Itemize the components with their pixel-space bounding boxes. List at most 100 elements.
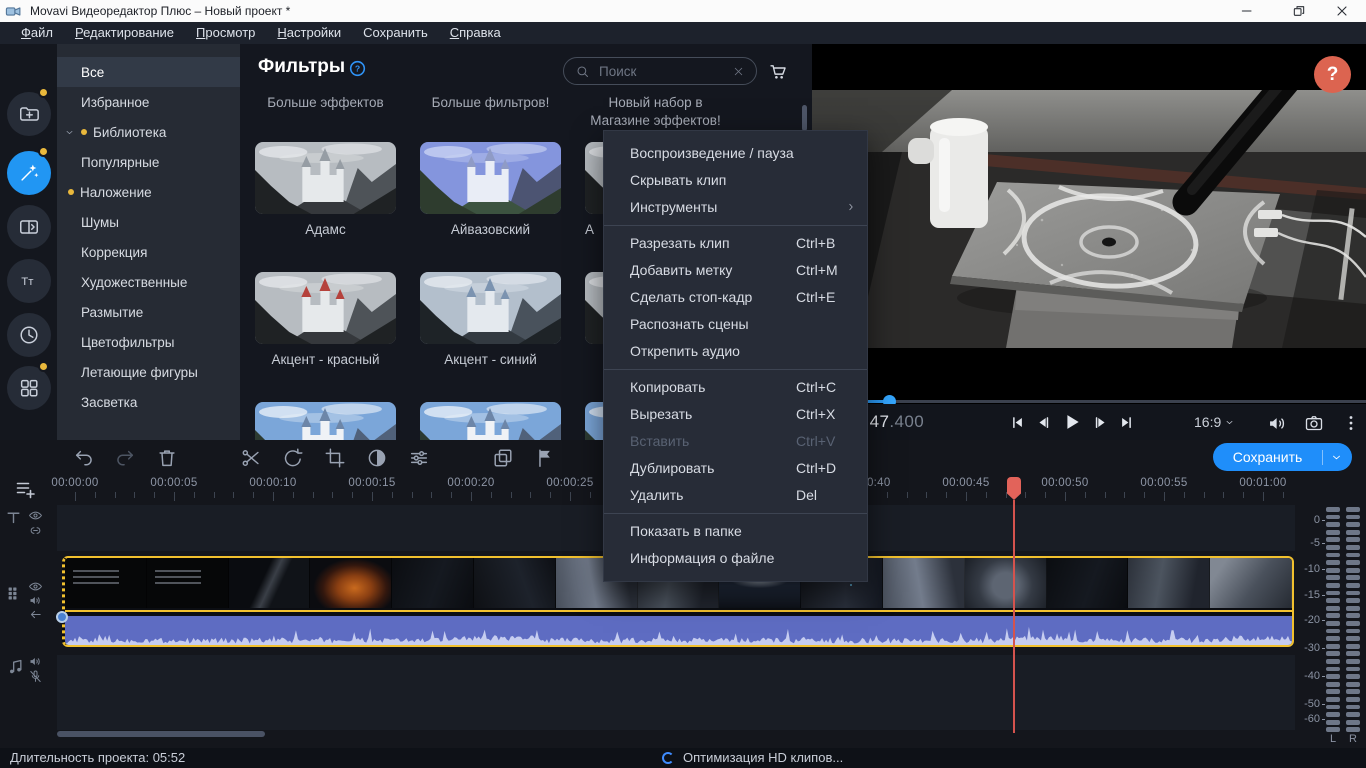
context-menu-item-Удалить[interactable]: УдалитьDel (604, 482, 867, 509)
context-menu-item-Скрывать клип[interactable]: Скрывать клип (604, 167, 867, 194)
undo-button[interactable] (73, 447, 95, 469)
transport-play-button[interactable] (1062, 412, 1082, 432)
restore-button[interactable] (1291, 3, 1307, 19)
category-Шумы[interactable]: Шумы (57, 207, 240, 237)
rail-import-button[interactable] (7, 92, 51, 136)
menu-item-Просмотр[interactable]: Просмотр (185, 22, 266, 44)
cart-icon[interactable] (768, 61, 789, 82)
sound-icon[interactable] (28, 654, 43, 669)
context-menu-item-Распознать сцены[interactable]: Распознать сцены (604, 311, 867, 338)
timeline-horizontal-scrollbar[interactable] (57, 731, 265, 737)
new-badge-dot (68, 189, 74, 195)
redo-button[interactable] (114, 447, 136, 469)
category-Засветка[interactable]: Засветка (57, 387, 240, 417)
overlay-button[interactable] (492, 447, 514, 469)
rail-transitions-button[interactable] (7, 205, 51, 249)
menu-item-Справка[interactable]: Справка (439, 22, 512, 44)
audio-track-lane[interactable] (57, 655, 1295, 730)
menu-item-Редактирование[interactable]: Редактирование (64, 22, 185, 44)
minimize-button[interactable] (1239, 3, 1255, 19)
ruler-tick (253, 492, 254, 498)
aspect-ratio-select[interactable]: 16:9 (1194, 414, 1235, 430)
transport-frame-back-button[interactable] (1036, 415, 1051, 430)
context-menu-item-Открепить аудио[interactable]: Открепить аудио (604, 338, 867, 365)
category-Коррекция[interactable]: Коррекция (57, 237, 240, 267)
rail-titles-button[interactable]: Tт (7, 259, 51, 303)
crop-button[interactable] (324, 447, 346, 469)
filter-thumbnail[interactable] (420, 142, 561, 214)
menu-item-Файл[interactable]: Файл (10, 22, 64, 44)
adjust-button[interactable] (408, 447, 430, 469)
category-Популярные[interactable]: Популярные (57, 147, 240, 177)
category-Библиотека[interactable]: Библиотека (57, 117, 240, 147)
category-Размытие[interactable]: Размытие (57, 297, 240, 327)
save-button[interactable]: Сохранить (1213, 443, 1352, 471)
filter-thumbnail[interactable] (255, 402, 396, 440)
context-menu-item-Сделать стоп-кадр[interactable]: Сделать стоп-кадрCtrl+E (604, 284, 867, 311)
clip-audio-waveform[interactable] (65, 616, 1292, 645)
rotate-button[interactable] (282, 447, 304, 469)
arrow-left-icon[interactable] (28, 607, 43, 622)
chevron-down-icon[interactable] (64, 127, 75, 138)
filter-card-Айвазовский[interactable]: Айвазовский (420, 142, 561, 237)
context-menu-item-Копировать[interactable]: КопироватьCtrl+C (604, 374, 867, 401)
category-Художественные[interactable]: Художественные (57, 267, 240, 297)
context-menu-item-Вырезать[interactable]: ВырезатьCtrl+X (604, 401, 867, 428)
category-Наложение[interactable]: Наложение (57, 177, 240, 207)
snapshot-icon[interactable] (1304, 413, 1324, 433)
filter-card-Акцент - синий[interactable]: Акцент - синий (420, 272, 561, 367)
help-button[interactable] (1314, 56, 1351, 93)
filter-card-Акцент - красный[interactable]: Акцент - красный (255, 272, 396, 367)
context-menu-item-Дублировать[interactable]: ДублироватьCtrl+D (604, 455, 867, 482)
search-input[interactable] (599, 64, 723, 79)
context-menu-item-Воспроизведение / пауза[interactable]: Воспроизведение / пауза (604, 140, 867, 167)
filter-thumbnail[interactable] (420, 272, 561, 344)
volume-icon[interactable] (1267, 413, 1288, 434)
rail-filters-wand-button[interactable] (7, 151, 51, 195)
context-menu-item-Инструменты[interactable]: Инструменты (604, 194, 867, 221)
mic-off-icon[interactable] (28, 669, 43, 684)
context-menu-item-Информация о файле[interactable]: Информация о файле (604, 545, 867, 572)
seek-bar[interactable] (812, 400, 1366, 403)
clear-search-icon[interactable] (732, 65, 745, 78)
context-menu-item-Добавить метку[interactable]: Добавить меткуCtrl+M (604, 257, 867, 284)
transport-skip-start-button[interactable] (1010, 415, 1025, 430)
help-icon[interactable]: ? (348, 59, 367, 78)
context-menu-item-Показать в папке[interactable]: Показать в папке (604, 518, 867, 545)
filter-thumbnail[interactable] (420, 402, 561, 440)
transport-skip-end-button[interactable] (1119, 415, 1134, 430)
meter-segment (1326, 689, 1340, 694)
category-Цветофильтры[interactable]: Цветофильтры (57, 327, 240, 357)
more-options-icon[interactable] (1341, 413, 1361, 433)
category-Летающие фигуры[interactable]: Летающие фигуры (57, 357, 240, 387)
rail-more-tools-button[interactable] (7, 366, 51, 410)
filter-thumbnail[interactable] (255, 272, 396, 344)
category-Все[interactable]: Все (57, 57, 240, 87)
filter-thumbnail[interactable] (255, 142, 396, 214)
delete-button[interactable] (156, 447, 178, 469)
cut-button[interactable] (240, 447, 262, 469)
filter-card[interactable] (420, 402, 561, 440)
marker-flag-button[interactable] (534, 447, 556, 469)
context-menu-item-Разрезать клип[interactable]: Разрезать клипCtrl+B (604, 230, 867, 257)
chevron-down-icon[interactable] (1323, 451, 1352, 464)
close-button[interactable] (1334, 3, 1350, 19)
link-icon[interactable] (28, 523, 43, 538)
eye-icon[interactable] (28, 579, 43, 594)
context-menu-item-Вставить[interactable]: ВставитьCtrl+V (604, 428, 867, 455)
color-button[interactable] (366, 447, 388, 469)
rail-motion-button[interactable] (7, 313, 51, 357)
category-Избранное[interactable]: Избранное (57, 87, 240, 117)
eye-icon[interactable] (28, 508, 43, 523)
meter-segment (1346, 598, 1360, 603)
filters-scrollbar[interactable] (802, 105, 807, 131)
menu-item-Настройки[interactable]: Настройки (266, 22, 352, 44)
transport-frame-forward-button[interactable] (1093, 415, 1108, 430)
clip-link-handle[interactable] (56, 611, 68, 623)
sound-icon[interactable] (28, 593, 43, 608)
menu-item-Сохранить[interactable]: Сохранить (352, 22, 439, 44)
filter-card[interactable] (255, 402, 396, 440)
search-box[interactable] (563, 57, 757, 85)
filter-card-Адамс[interactable]: Адамс (255, 142, 396, 237)
new-badge-dot (40, 148, 47, 155)
